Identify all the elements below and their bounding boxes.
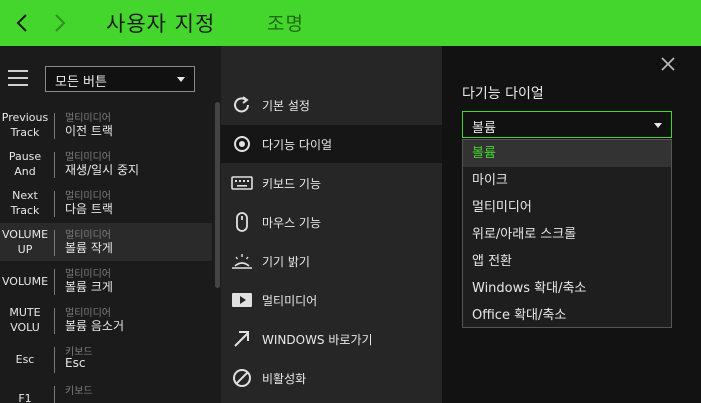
binding-action: 볼륨 음소거	[65, 319, 125, 333]
forward-button[interactable]	[46, 9, 74, 37]
binding-action: 재생/일시 중지	[65, 163, 140, 177]
dropdown-option[interactable]: Office 확대/축소	[463, 302, 671, 329]
hamburger-menu-icon[interactable]	[8, 70, 28, 86]
tab-lighting[interactable]: 조명	[267, 9, 304, 36]
caret-down-icon	[177, 77, 185, 82]
menu-item-default[interactable]: 기본 설정	[221, 86, 442, 124]
button-filter-select[interactable]: 모든 버튼	[45, 66, 195, 92]
menu-item-multimedia[interactable]: 멀티미디어	[221, 281, 442, 319]
binding-key-label: MUTE VOLU	[9, 306, 41, 334]
brightness-icon	[232, 254, 252, 269]
binding-key-label: VOLUME	[1, 274, 49, 288]
close-icon[interactable]	[660, 56, 676, 72]
binding-action: Esc	[65, 356, 86, 370]
page-title: 사용자 지정	[106, 12, 216, 36]
menu-item-label: WINDOWS 바로가기	[262, 333, 373, 347]
keyboard-icon	[231, 176, 253, 190]
function-menu: 기본 설정 다기능 다이얼 키보드 기능 마우스 기능 기기 밝기 멀티미디어 …	[221, 46, 442, 403]
menu-item-label: 마우스 기능	[262, 216, 322, 230]
dropdown-options: 볼륨 마이크 멀티미디어 위로/아래로 스크롤 앱 전환 Windows 확대/…	[462, 139, 672, 328]
panel-title: 다기능 다이얼	[462, 86, 544, 102]
divider	[54, 152, 55, 178]
play-icon	[232, 293, 252, 307]
dropdown-option[interactable]: 멀티미디어	[463, 194, 671, 221]
menu-item-label: 비활성화	[262, 372, 307, 386]
menu-item-disable[interactable]: 비활성화	[221, 359, 442, 397]
dropdown-option[interactable]: Windows 확대/축소	[463, 275, 671, 302]
binding-key-label: Next Track	[10, 189, 40, 217]
scrollbar[interactable]	[215, 102, 220, 288]
binding-action: 볼륨 크게	[65, 280, 113, 294]
dropdown-value: 볼륨	[472, 121, 496, 136]
divider	[54, 308, 55, 334]
app-window: 사용자 지정 조명 모든 버튼 Previous Track 멀티미디어 이전 …	[0, 0, 701, 403]
divider	[54, 113, 55, 139]
chevron-left-icon	[16, 14, 27, 32]
key-binding-panel: 모든 버튼 Previous Track 멀티미디어 이전 트랙 Pause A…	[0, 46, 221, 403]
binding-row[interactable]: Pause And 멀티미디어 재생/일시 중지	[0, 145, 212, 183]
dial-function-dropdown[interactable]: 볼륨	[462, 111, 672, 138]
binding-row[interactable]: Next Track 멀티미디어 다음 트랙	[0, 184, 212, 222]
menu-item-label: 다기능 다이얼	[262, 138, 333, 152]
binding-row[interactable]: MUTE VOLU 멀티미디어 볼륨 음소거	[0, 301, 212, 339]
menu-item-label: 키보드 기능	[262, 177, 322, 191]
divider	[54, 269, 55, 295]
dropdown-option[interactable]: 볼륨	[463, 140, 671, 167]
divider	[54, 191, 55, 217]
arrow-icon	[234, 331, 249, 347]
binding-row[interactable]: Esc 키보드 Esc	[0, 340, 212, 378]
dial-icon	[234, 136, 250, 152]
binding-key-label: Pause And	[8, 150, 42, 178]
refresh-icon	[234, 96, 249, 113]
divider	[54, 347, 55, 373]
disable-icon	[233, 369, 251, 387]
divider	[54, 230, 55, 256]
binding-row[interactable]: Previous Track 멀티미디어 이전 트랙	[0, 106, 212, 144]
caret-down-icon	[654, 123, 662, 128]
binding-row[interactable]: F1 키보드	[0, 379, 212, 403]
binding-action: 볼륨 작게	[65, 241, 113, 255]
mouse-icon	[236, 212, 248, 232]
chevron-right-icon	[55, 14, 66, 32]
dropdown-option[interactable]: 위로/아래로 스크롤	[463, 221, 671, 248]
binding-key-label: VOLUME UP	[1, 228, 49, 256]
binding-action: 다음 트랙	[65, 202, 113, 216]
binding-key-label: Esc	[15, 352, 35, 366]
dropdown-option[interactable]: 마이크	[463, 167, 671, 194]
menu-item-label: 기본 설정	[262, 99, 310, 113]
menu-item-windows-shortcut[interactable]: WINDOWS 바로가기	[221, 320, 442, 358]
dial-settings-panel: 다기능 다이얼 볼륨 볼륨 마이크 멀티미디어 위로/아래로 스크롤 앱 전환 …	[442, 46, 701, 403]
menu-item-keyboard[interactable]: 키보드 기능	[221, 164, 442, 202]
menu-item-label: 기기 밝기	[262, 255, 310, 269]
button-filter-value: 모든 버튼	[55, 75, 107, 90]
menu-item-multifunction-dial[interactable]: 다기능 다이얼	[221, 125, 442, 163]
menu-item-label: 멀티미디어	[262, 294, 318, 308]
binding-key-label: Previous Track	[1, 111, 49, 139]
header-bar: 사용자 지정 조명	[0, 0, 701, 46]
binding-action: 이전 트랙	[65, 124, 113, 138]
back-button[interactable]	[8, 9, 36, 37]
menu-item-mouse[interactable]: 마우스 기능	[221, 203, 442, 241]
divider	[54, 386, 55, 403]
binding-row-selected[interactable]: VOLUME UP 멀티미디어 볼륨 작게	[0, 223, 212, 261]
dropdown-option[interactable]: 앱 전환	[463, 248, 671, 275]
binding-row[interactable]: VOLUME 멀티미디어 볼륨 크게	[0, 262, 212, 300]
binding-category: 키보드	[65, 386, 93, 397]
binding-key-label: F1	[18, 391, 32, 403]
menu-item-brightness[interactable]: 기기 밝기	[221, 242, 442, 280]
